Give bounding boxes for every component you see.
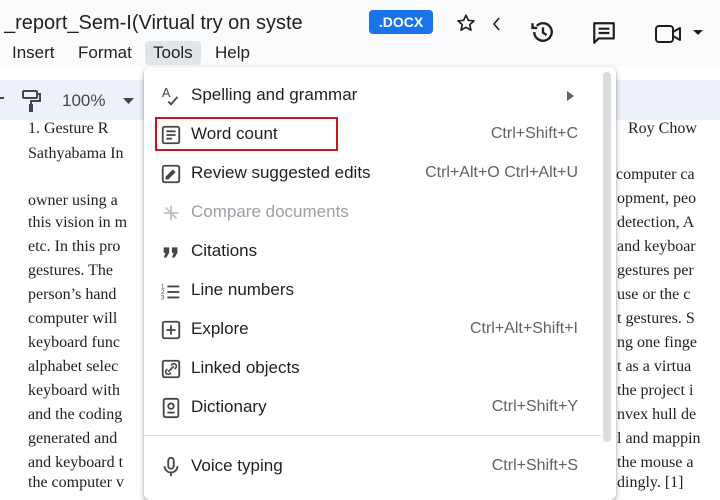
submenu-arrow-icon: [567, 91, 574, 101]
link-icon: [161, 359, 181, 379]
doc-line-left: 1. Gesture R: [28, 120, 109, 137]
doc-line-right: and keyboar: [617, 238, 696, 255]
dictionary-icon: [162, 397, 180, 419]
doc-line-left: person’s hand: [28, 286, 117, 303]
paint-format-icon[interactable]: [20, 89, 42, 113]
document-title[interactable]: _report_Sem-I(Virtual try on syste: [4, 12, 356, 35]
svg-text:A: A: [162, 85, 171, 100]
menu-item-voice-typing[interactable]: Voice typing Ctrl+Shift+S: [144, 448, 602, 484]
menu-item-explore[interactable]: Explore Ctrl+Alt+Shift+I: [144, 311, 602, 347]
review-edits-icon: [161, 164, 181, 184]
tools-menu: A Spelling and grammar Word count Ctrl+S…: [144, 67, 616, 500]
doc-line-left: keyboard with: [28, 382, 120, 399]
explore-icon: [161, 320, 181, 340]
menu-tools[interactable]: Tools: [145, 41, 201, 65]
menu-item-shortcut: Ctrl+Shift+C: [490, 125, 578, 142]
doc-line-right: detection, A: [617, 214, 695, 231]
doc-line-left: keyboard func: [28, 334, 120, 351]
doc-line-left: this vision in m: [28, 214, 128, 231]
quote-icon: [163, 247, 178, 258]
menu-divider: [144, 435, 602, 436]
line-numbers-icon: 1 2 3: [161, 283, 180, 301]
menu-item-line-numbers[interactable]: 1 2 3 Line numbers: [144, 272, 602, 308]
compare-icon: [163, 205, 179, 221]
doc-line-right: ng one finge: [617, 334, 697, 351]
menu-item-label: Voice typing: [191, 456, 283, 475]
menu-help[interactable]: Help: [207, 41, 258, 65]
menu-item-citations[interactable]: Citations: [144, 233, 602, 269]
star-icon[interactable]: [455, 12, 477, 34]
move-icon[interactable]: [491, 15, 501, 33]
menu-item-dictionary[interactable]: Dictionary Ctrl+Shift+Y: [144, 389, 602, 425]
doc-line-left: etc. In this pro: [28, 238, 121, 255]
menu-format[interactable]: Format: [70, 41, 140, 65]
doc-line-right: t gestures. S: [617, 310, 695, 327]
doc-line-right: use or the c: [617, 286, 691, 303]
spellcheck-icon: A: [162, 85, 179, 106]
menu-item-label: Spelling and grammar: [191, 85, 358, 104]
menu-item-label: Compare documents: [191, 202, 349, 221]
doc-line-right: nvex hull de: [617, 406, 697, 423]
file-type-badge[interactable]: .DOCX: [369, 10, 433, 34]
doc-line-left: computer will: [28, 310, 118, 327]
menu-bar: Insert Format Tools Help: [0, 40, 720, 66]
menu-scrollbar[interactable]: [603, 72, 611, 442]
menu-item-label: Citations: [191, 241, 258, 260]
doc-line-right: dingly. [1]: [617, 474, 684, 491]
menu-item-label: Dictionary: [191, 397, 267, 416]
menu-item-label: Explore: [191, 319, 249, 338]
doc-line-left: and keyboard t: [28, 454, 124, 471]
chevron-down-icon[interactable]: [692, 29, 704, 37]
doc-line-right: the mouse a: [617, 454, 694, 471]
svg-text:3: 3: [161, 294, 165, 301]
menu-item-label: Linked objects: [191, 358, 300, 377]
menu-insert[interactable]: Insert: [4, 41, 63, 65]
word-count-highlight-box: [155, 117, 338, 151]
doc-line-left: generated and: [28, 430, 118, 447]
menu-item-spelling-and-grammar[interactable]: A Spelling and grammar: [144, 77, 602, 113]
menu-item-shortcut: Ctrl+Shift+S: [491, 457, 578, 474]
doc-line-right: gestures per: [617, 262, 694, 279]
menu-item-shortcut: Ctrl+Alt+O Ctrl+Alt+U: [425, 164, 578, 181]
menu-item-linked-objects[interactable]: Linked objects: [144, 350, 602, 386]
menu-item-label: Review suggested edits: [191, 163, 371, 182]
menu-item-shortcut: Ctrl+Alt+Shift+I: [469, 320, 578, 337]
doc-line-right: computer ca: [616, 166, 695, 183]
zoom-chevron-down-icon[interactable]: [123, 98, 134, 105]
doc-line-left: gestures. The: [28, 262, 114, 279]
doc-line-left: the computer v: [28, 474, 124, 491]
menu-item-review-suggested-edits[interactable]: Review suggested edits Ctrl+Alt+O Ctrl+A…: [144, 155, 602, 191]
menu-item-shortcut: Ctrl+Shift+Y: [491, 398, 578, 415]
google-docs-window: _report_Sem-I(Virtual try on syste .DOCX…: [0, 0, 720, 500]
doc-line-right: l and mappin: [617, 430, 701, 447]
doc-line-left: and the coding: [28, 406, 123, 423]
toolbar-separator-icon: [0, 97, 4, 99]
zoom-select[interactable]: 100%: [62, 91, 105, 111]
doc-line-left: owner using a: [28, 192, 118, 209]
menu-item-compare-documents: Compare documents: [144, 194, 602, 230]
menu-item-label: Line numbers: [191, 280, 295, 299]
doc-line-right: Roy Chow: [628, 120, 697, 137]
doc-line-left: Sathyabama In: [28, 145, 124, 162]
doc-line-right: opment, peo: [617, 190, 697, 207]
doc-line-left: alphabet selec: [28, 358, 119, 375]
doc-line-right: the project i: [617, 382, 694, 399]
doc-line-right: t as a virtua: [617, 358, 692, 375]
header: _report_Sem-I(Virtual try on syste .DOCX…: [0, 0, 720, 66]
microphone-icon: [163, 456, 179, 477]
